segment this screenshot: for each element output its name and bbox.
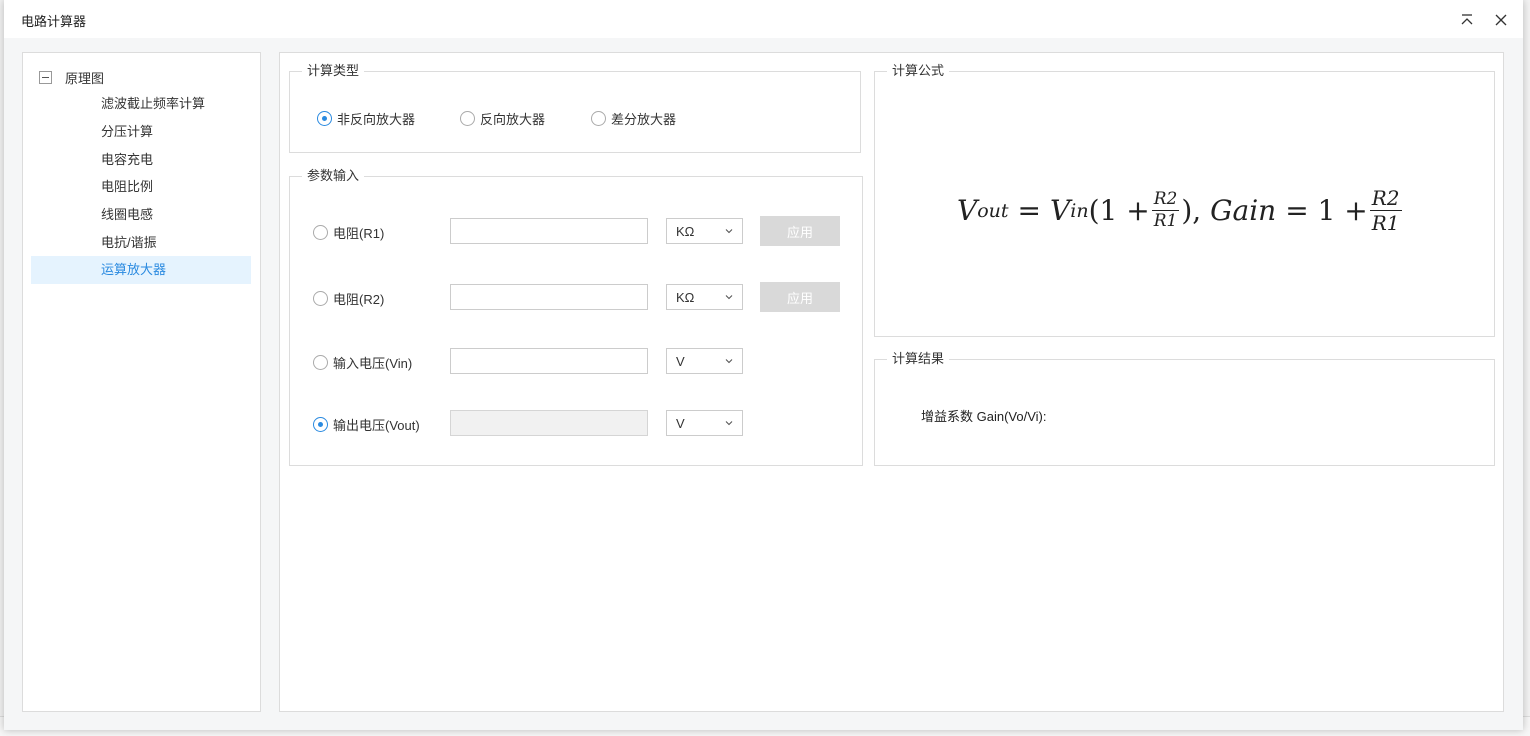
param-label-r1: 电阻(R1) [333,226,385,241]
radio-vin[interactable]: 输入电压(Vin) [313,353,412,372]
param-label-r2: 电阻(R2) [333,292,385,307]
tree-item-voltage-divider[interactable]: 分压计算 [31,118,251,146]
fraction-denominator: R1 [1153,211,1178,231]
vin-unit-select[interactable]: V [666,348,743,374]
vout-unit-select[interactable]: V [666,410,743,436]
params-group: 参数输入 电阻(R1) KΩ 应用 电阻(R2) KΩ 应用 输入电压(Vin)… [289,169,863,466]
formula-title: 计算公式 [887,64,950,78]
radio-indicator[interactable] [317,111,332,126]
formula-in-sub: in [1070,199,1089,222]
r1-unit-value: KΩ [676,223,695,239]
main-panel: 计算类型 非反向放大器 反向放大器 差分放大器 参数输入 电阻(R1) KΩ 应… [279,52,1504,712]
fraction-numerator: R2 [1369,186,1402,211]
fraction-denominator: R1 [1371,211,1400,235]
radio-inverting[interactable]: 反向放大器 [460,109,545,128]
tree-item-reactance-resonance[interactable]: 电抗/谐振 [31,229,251,257]
gain-result-label: 增益系数 Gain(Vo/Vi): [921,409,1047,424]
tree-item-resistor-ratio[interactable]: 电阻比例 [31,173,251,201]
formula-eq2: = 1 + [1285,194,1368,227]
radio-vout[interactable]: 输出电压(Vout) [313,415,420,434]
formula-group: 计算公式 Vout = Vin (1 + R2 R1 ), Gain = 1 + [874,64,1495,337]
chevron-down-icon [725,295,733,300]
chevron-down-icon [725,359,733,364]
chevron-down-icon [725,229,733,234]
circuit-calculator-dialog: 电路计算器 原理图 滤波截止频率计算 分压计算 电容充电 电阻比例 线圈电感 电… [4,0,1523,730]
tree-item-filter-cutoff[interactable]: 滤波截止频率计算 [31,90,251,118]
result-title: 计算结果 [887,352,950,366]
formula-eq: = [1017,194,1042,227]
category-tree: 原理图 滤波截止频率计算 分压计算 电容充电 电阻比例 线圈电感 电抗/谐振 运… [22,52,261,712]
radio-differential[interactable]: 差分放大器 [591,109,676,128]
radio-non-inverting[interactable]: 非反向放大器 [317,109,415,128]
gain-formula: Vout = Vin (1 + R2 R1 ), Gain = 1 + R2 R… [957,188,1404,233]
tree-root-label: 原理图 [65,70,105,86]
formula-out-sub: out [977,199,1009,222]
radio-indicator[interactable] [313,417,328,432]
formula-gain: Gain [1210,194,1277,227]
formula-vin: V [1050,194,1071,227]
tree-item-op-amp[interactable]: 运算放大器 [31,256,251,284]
vin-input[interactable] [450,348,648,374]
vin-unit-value: V [676,353,685,369]
chevron-down-icon [725,421,733,426]
dialog-title: 电路计算器 [21,14,87,29]
tree-item-capacitor-charge[interactable]: 电容充电 [31,146,251,174]
radio-indicator[interactable] [313,291,328,306]
vout-unit-value: V [676,415,685,431]
formula-fraction-1: R2 R1 [1151,189,1180,231]
radio-label: 差分放大器 [611,112,677,127]
radio-indicator[interactable] [460,111,475,126]
radio-r2[interactable]: 电阻(R2) [313,289,384,308]
r2-input[interactable] [450,284,648,310]
fraction-numerator: R2 [1151,189,1180,211]
r2-unit-value: KΩ [676,289,695,305]
r2-apply-button[interactable]: 应用 [760,282,840,312]
formula-open: (1 + [1088,194,1150,227]
params-title: 参数输入 [302,169,365,183]
calc-type-group: 计算类型 非反向放大器 反向放大器 差分放大器 [289,64,861,153]
close-button[interactable] [1490,9,1512,31]
radio-label: 反向放大器 [480,112,546,127]
formula-close: ), [1181,194,1202,227]
collapse-icon [1461,14,1473,25]
tree-item-coil-inductance[interactable]: 线圈电感 [31,201,251,229]
formula-v: V [957,194,978,227]
formula-fraction-2: R2 R1 [1369,186,1402,235]
param-label-vout: 输出电压(Vout) [333,418,420,433]
collapse-button[interactable] [1456,9,1478,31]
r1-input[interactable] [450,218,648,244]
radio-indicator[interactable] [313,355,328,370]
vout-input [450,410,648,436]
r1-unit-select[interactable]: KΩ [666,218,743,244]
r2-unit-select[interactable]: KΩ [666,284,743,310]
tree-root[interactable]: 原理图 [39,67,104,87]
close-icon [1495,14,1507,26]
radio-indicator[interactable] [313,225,328,240]
collapse-tree-icon[interactable] [39,70,52,84]
radio-r1[interactable]: 电阻(R1) [313,223,384,242]
dialog-content: 原理图 滤波截止频率计算 分压计算 电容充电 电阻比例 线圈电感 电抗/谐振 运… [4,38,1523,730]
param-label-vin: 输入电压(Vin) [333,356,413,371]
radio-label: 非反向放大器 [337,112,416,127]
calc-type-title: 计算类型 [302,64,365,78]
r1-apply-button[interactable]: 应用 [760,216,840,246]
result-group: 计算结果 增益系数 Gain(Vo/Vi): [874,352,1495,466]
radio-indicator[interactable] [591,111,606,126]
title-bar: 电路计算器 [4,0,1523,38]
